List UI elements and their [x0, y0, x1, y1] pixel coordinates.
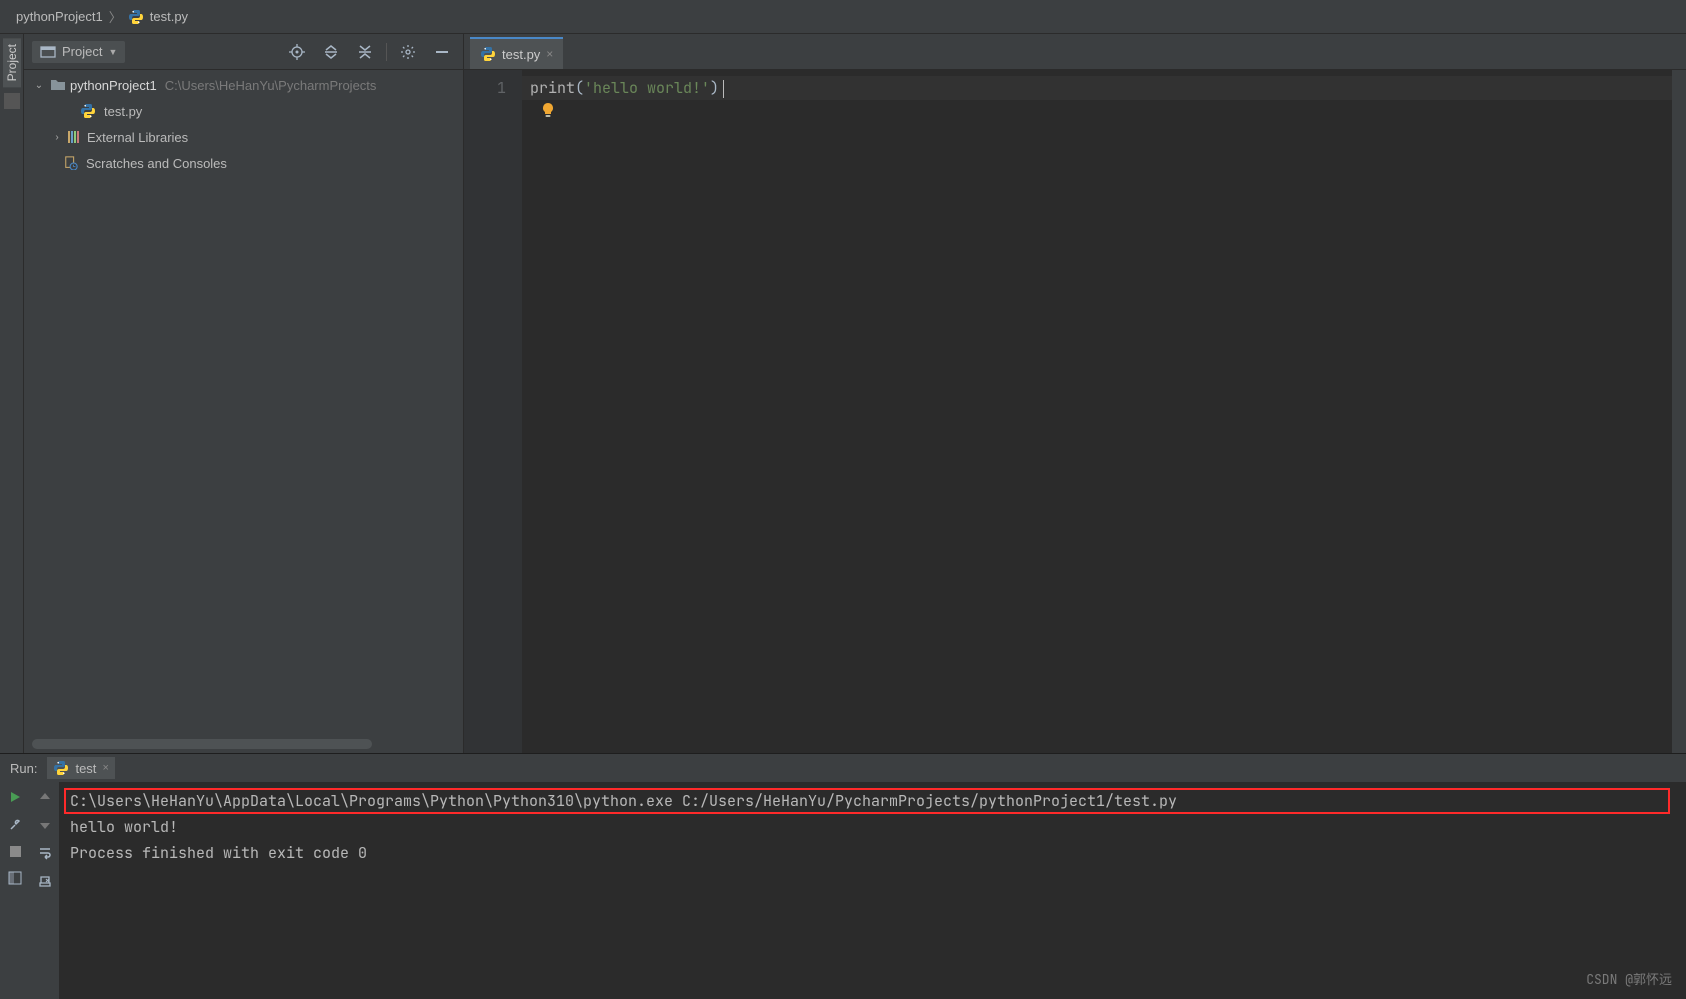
run-panel: Run: test × [0, 753, 1686, 999]
tree-external-libraries[interactable]: › External Libraries [24, 124, 463, 150]
project-view-icon [40, 44, 56, 60]
code-open-paren: ( [575, 78, 584, 98]
code-fn: print [530, 78, 575, 98]
folder-icon [50, 77, 66, 93]
caret-right-icon[interactable]: › [50, 132, 64, 143]
breadcrumb-project[interactable]: pythonProject1 [16, 9, 103, 24]
external-libraries-label: External Libraries [87, 130, 188, 145]
project-pane-header: Project ▼ [24, 34, 463, 70]
console-cmd-line: C:\Users\HeHanYu\AppData\Local\Programs\… [70, 788, 1676, 814]
breadcrumb-file[interactable]: test.py [150, 9, 188, 24]
expand-all-icon[interactable] [318, 39, 344, 65]
chevron-down-icon: ▼ [108, 47, 117, 57]
editor-right-scrollbar[interactable] [1672, 70, 1686, 753]
rerun-icon[interactable] [8, 790, 22, 804]
left-tool-rail: Project [0, 34, 24, 753]
scratches-label: Scratches and Consoles [86, 156, 227, 171]
tree-file-name: test.py [104, 104, 142, 119]
libraries-icon [68, 131, 79, 143]
python-file-icon [53, 760, 69, 776]
run-toolbar-primary [0, 782, 30, 999]
close-tab-icon[interactable]: × [546, 47, 553, 61]
code-string: 'hello world!' [584, 78, 710, 98]
tree-horizontal-scrollbar[interactable] [32, 739, 372, 749]
editor-cursor [723, 80, 724, 98]
scratches-icon [64, 156, 78, 170]
tool-stub-icon[interactable] [4, 93, 20, 109]
python-file-icon [80, 103, 96, 119]
code-close-paren: ) [710, 78, 719, 98]
scroll-down-icon[interactable] [38, 818, 52, 832]
console-output-line: hello world! [70, 814, 1676, 840]
run-panel-header: Run: test × [0, 754, 1686, 782]
run-label: Run: [10, 761, 37, 776]
code-content[interactable]: print('hello world!') [522, 70, 1672, 753]
editor-tabbar: test.py × [464, 34, 1686, 70]
stop-icon[interactable] [10, 846, 21, 857]
run-tab-name: test [75, 761, 96, 776]
console-exit-line: Process finished with exit code 0 [70, 840, 1676, 866]
code-editor[interactable]: 1 print('hello world!') [464, 70, 1686, 753]
soft-wrap-icon[interactable] [38, 846, 52, 860]
project-pane: Project ▼ ⌄ pythonProject1 C:\Users\HeHa… [24, 34, 464, 753]
caret-down-icon[interactable]: ⌄ [32, 80, 46, 91]
locate-icon[interactable] [284, 39, 310, 65]
editor-tab-name: test.py [502, 47, 540, 62]
hide-pane-icon[interactable] [429, 39, 455, 65]
debug-config-icon[interactable] [8, 818, 22, 832]
watermark: CSDN @郭怀远 [1586, 967, 1672, 993]
tree-scratches[interactable]: Scratches and Consoles [24, 150, 463, 176]
scroll-up-icon[interactable] [38, 790, 52, 804]
layout-icon[interactable] [8, 871, 22, 885]
settings-gear-icon[interactable] [395, 39, 421, 65]
editor-tab[interactable]: test.py × [470, 37, 563, 69]
tree-root-name: pythonProject1 [70, 78, 157, 93]
tree-root-path: C:\Users\HeHanYu\PycharmProjects [165, 78, 377, 93]
run-console[interactable]: C:\Users\HeHanYu\AppData\Local\Programs\… [60, 782, 1686, 999]
gutter-line-number: 1 [464, 76, 506, 100]
run-toolbar-secondary [30, 782, 60, 999]
collapse-all-icon[interactable] [352, 39, 378, 65]
editor-gutter: 1 [464, 70, 522, 753]
print-icon[interactable] [38, 874, 52, 888]
tree-root[interactable]: ⌄ pythonProject1 C:\Users\HeHanYu\Pychar… [24, 72, 463, 98]
python-file-icon [480, 46, 496, 62]
project-view-label: Project [62, 44, 102, 59]
project-tree[interactable]: ⌄ pythonProject1 C:\Users\HeHanYu\Pychar… [24, 70, 463, 753]
tree-file[interactable]: test.py [24, 98, 463, 124]
project-view-select[interactable]: Project ▼ [32, 41, 125, 63]
run-tab[interactable]: test × [47, 757, 114, 779]
breadcrumb-sep-icon: 〉 [109, 7, 122, 26]
close-run-tab-icon[interactable]: × [102, 762, 108, 774]
breadcrumb: pythonProject1 〉 test.py [0, 0, 1686, 34]
python-file-icon [128, 9, 144, 25]
intention-bulb-icon[interactable] [540, 102, 556, 118]
project-tool-button[interactable]: Project [3, 38, 21, 87]
editor-area: test.py × 1 print('hello world!') [464, 34, 1686, 753]
